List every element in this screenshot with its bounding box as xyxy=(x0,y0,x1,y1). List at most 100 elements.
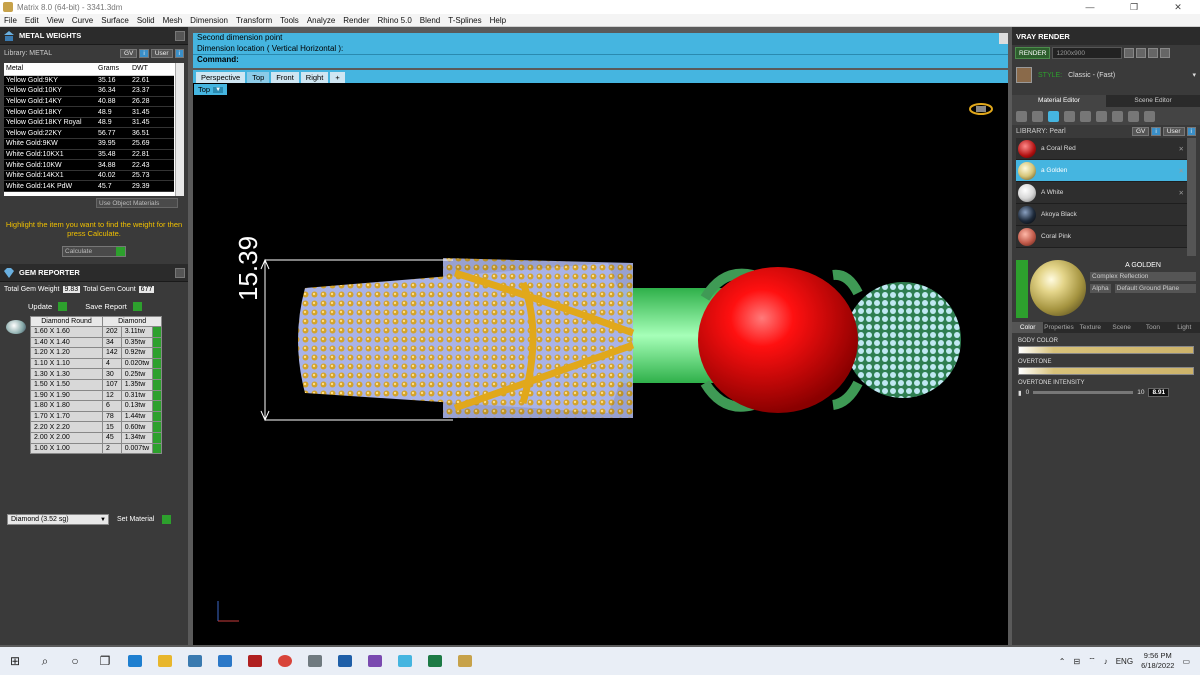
tab-properties[interactable]: Properties xyxy=(1043,322,1074,333)
alpha-field[interactable]: Alpha xyxy=(1090,284,1111,293)
table-row[interactable]: 1.50 X 1.50 107 1.35tw xyxy=(30,378,163,391)
collapse-button[interactable] xyxy=(175,30,185,41)
gear-icon[interactable] xyxy=(1148,48,1159,58)
ring-model[interactable] xyxy=(193,83,1008,645)
play-arrow-icon[interactable] xyxy=(162,515,172,524)
tab-right[interactable]: Right xyxy=(300,72,329,83)
menu-surface[interactable]: Surface xyxy=(97,16,133,25)
wifi-icon[interactable]: ⌔ xyxy=(1088,656,1096,666)
table-row[interactable]: 1.60 X 1.60 202 3.11tw xyxy=(30,326,163,338)
overtone-intensity-slider[interactable] xyxy=(1033,391,1134,394)
table-row[interactable]: Yellow Gold:18KY Royal 48.9 31.45 xyxy=(4,117,174,129)
tab-material-editor[interactable]: Material Editor xyxy=(1012,95,1106,107)
select-arrow-icon[interactable] xyxy=(152,389,163,402)
table-row[interactable]: White Gold:10KX1 35.48 22.81 xyxy=(4,149,174,161)
table-row[interactable]: Yellow Gold:10KY 36.34 23.37 xyxy=(4,85,174,97)
texture-icon[interactable] xyxy=(1064,110,1075,122)
table-row[interactable]: 1.80 X 1.80 6 0.13tw xyxy=(30,400,163,412)
rewind-icon[interactable] xyxy=(1124,48,1135,58)
use-object-materials-checkbox[interactable]: Use Object Materials xyxy=(96,198,178,208)
excel-icon[interactable] xyxy=(420,647,450,675)
lines-icon[interactable] xyxy=(1112,110,1123,122)
play-arrow-icon[interactable] xyxy=(58,301,68,311)
table-row[interactable]: Yellow Gold:18KY 48.9 31.45 xyxy=(4,106,174,118)
menu-mesh[interactable]: Mesh xyxy=(159,16,187,25)
table-row[interactable]: White Gold:14KX1 40.02 25.73 xyxy=(4,170,174,182)
select-arrow-icon[interactable] xyxy=(152,368,163,380)
render-style[interactable]: STYLE: Classic - (Fast) ▾ xyxy=(1012,63,1200,87)
close-button[interactable]: ✕ xyxy=(1156,2,1200,13)
grid-icon[interactable] xyxy=(1096,110,1107,122)
add-viewport-tab[interactable]: + xyxy=(330,72,345,83)
update-button[interactable]: Update xyxy=(28,302,52,311)
windows-start-icon[interactable]: ⊞ xyxy=(0,647,30,675)
info-icon[interactable]: i xyxy=(1186,127,1196,136)
body-color-slider[interactable] xyxy=(1018,346,1194,354)
menu-solid[interactable]: Solid xyxy=(133,16,159,25)
matrix-app-icon[interactable] xyxy=(390,647,420,675)
network-app-icon[interactable] xyxy=(360,647,390,675)
close-icon[interactable]: ✕ xyxy=(1179,167,1184,175)
menu-file[interactable]: File xyxy=(0,16,21,25)
tab-scene-editor[interactable]: Scene Editor xyxy=(1106,95,1200,107)
settings-icon[interactable] xyxy=(1136,48,1147,58)
task-view-icon[interactable]: ❐ xyxy=(90,647,120,675)
column-header-dwt[interactable]: DWT xyxy=(130,63,174,76)
file-explorer-icon[interactable] xyxy=(150,647,180,675)
select-arrow-icon[interactable] xyxy=(152,410,163,423)
photos-icon[interactable] xyxy=(330,647,360,675)
menu-render[interactable]: Render xyxy=(339,16,373,25)
close-icon[interactable]: ✕ xyxy=(1179,189,1184,197)
pattern-icon[interactable] xyxy=(1080,110,1091,122)
search-icon[interactable]: ⌕ xyxy=(30,647,60,675)
calculate-button[interactable]: Calculate xyxy=(62,246,126,257)
table-row[interactable]: White Gold:10KW 34.88 22.43 xyxy=(4,159,174,171)
notification-icon[interactable]: ▭ xyxy=(1182,657,1190,666)
cloud-icon[interactable] xyxy=(1128,110,1139,122)
column-header-metal[interactable]: Metal xyxy=(4,63,96,76)
command-scrollbar[interactable] xyxy=(999,33,1008,44)
menu-view[interactable]: View xyxy=(43,16,68,25)
material-list-scrollbar[interactable] xyxy=(1187,138,1196,256)
table-row[interactable]: 1.30 X 1.30 30 0.25tw xyxy=(30,368,163,380)
menu-tools[interactable]: Tools xyxy=(276,16,303,25)
table-row[interactable]: Yellow Gold:14KY 40.88 26.28 xyxy=(4,96,174,108)
select-arrow-icon[interactable] xyxy=(152,378,163,391)
viewport-top[interactable]: Top ▼ 15.39 xyxy=(193,83,1008,645)
material-item[interactable]: a Coral Red ✕ xyxy=(1016,138,1196,160)
info-icon[interactable]: i xyxy=(139,48,149,58)
menu-help[interactable]: Help xyxy=(486,16,510,25)
pearl-icon[interactable] xyxy=(1048,110,1059,122)
metal-table-scrollbar[interactable] xyxy=(175,63,184,196)
rhino-icon[interactable] xyxy=(300,647,330,675)
store-icon[interactable] xyxy=(180,647,210,675)
intensity-value[interactable]: 8.91 xyxy=(1148,388,1170,397)
select-arrow-icon[interactable] xyxy=(152,336,163,349)
table-row[interactable]: 2.00 X 2.00 45 1.34tw xyxy=(30,431,163,444)
select-arrow-icon[interactable] xyxy=(152,442,163,455)
material-item[interactable]: A White ✕ xyxy=(1016,182,1196,204)
chevron-up-icon[interactable]: ⌃ xyxy=(1059,657,1066,666)
camera-icon[interactable] xyxy=(1160,48,1171,58)
tab-texture[interactable]: Texture xyxy=(1075,322,1106,333)
material-item[interactable]: a Golden ✕ xyxy=(1016,160,1196,182)
ground-plane-field[interactable]: Default Ground Plane xyxy=(1114,284,1196,293)
gem-icon[interactable] xyxy=(1032,110,1043,122)
tab-front[interactable]: Front xyxy=(271,72,299,83)
table-row[interactable]: White Gold:14K PdW 45.7 29.39 xyxy=(4,180,174,193)
tab-scene[interactable]: Scene xyxy=(1106,322,1137,333)
network-icon[interactable]: ⊟ xyxy=(1073,657,1080,666)
material-item[interactable]: Coral Pink xyxy=(1016,226,1196,248)
tab-toon[interactable]: Toon xyxy=(1137,322,1168,333)
tab-color[interactable]: Color xyxy=(1012,322,1044,333)
gv-button[interactable]: GV xyxy=(119,48,138,58)
menu-rhino[interactable]: Rhino 5.0 xyxy=(374,16,416,25)
resolution-field[interactable]: 1200x900 xyxy=(1052,47,1123,59)
clock[interactable]: 9:56 PM 6/18/2022 xyxy=(1141,651,1174,671)
tab-perspective[interactable]: Perspective xyxy=(196,72,246,83)
table-row[interactable]: 1.70 X 1.70 78 1.44tw xyxy=(30,410,163,423)
menu-tsplines[interactable]: T-Splines xyxy=(444,16,485,25)
command-prompt[interactable]: Command: xyxy=(193,54,1008,65)
bulb-icon[interactable] xyxy=(1144,110,1155,122)
mail-icon[interactable] xyxy=(210,647,240,675)
